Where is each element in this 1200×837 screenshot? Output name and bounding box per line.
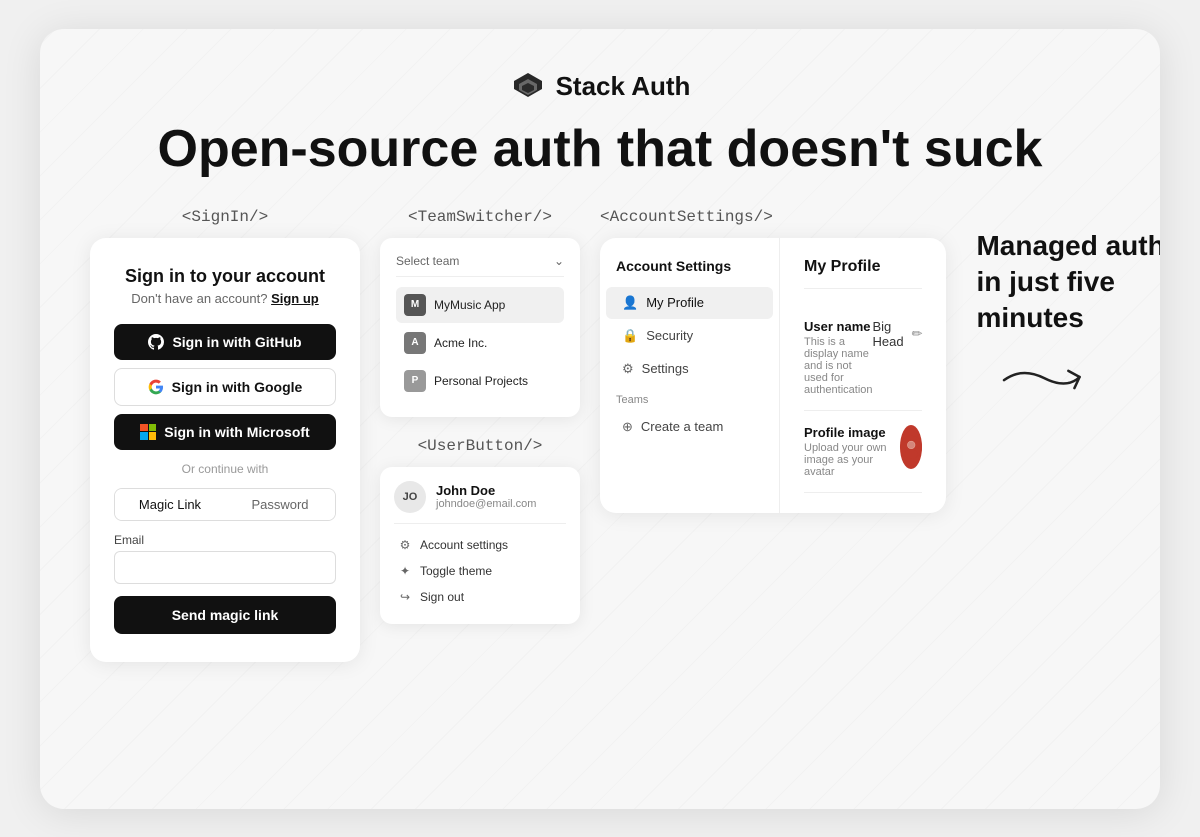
team-switcher-label: <TeamSwitcher/> [380, 208, 580, 226]
ub-toggle-theme[interactable]: ✦ Toggle theme [394, 558, 566, 584]
settings-icon: ⚙ [622, 361, 634, 377]
plus-icon: ⊕ [622, 419, 633, 435]
as-nav-my-profile[interactable]: 👤 My Profile [606, 287, 773, 319]
signout-icon: ↪ [398, 590, 412, 604]
as-main: My Profile User name This is a display n… [780, 238, 946, 513]
as-nav-settings[interactable]: ⚙ Settings [606, 353, 773, 385]
signin-column: <SignIn/> Sign in to your account Don't … [90, 208, 360, 662]
ts-select-row: Select team ⌄ [396, 254, 564, 277]
as-field-username: User name This is a display name and is … [804, 305, 922, 411]
columns-wrapper: <SignIn/> Sign in to your account Don't … [90, 208, 1110, 662]
app-title: Stack Auth [556, 71, 691, 102]
ub-user-row: JO John Doe johndoe@email.com [394, 481, 566, 524]
ub-account-settings[interactable]: ⚙ Account settings [394, 532, 566, 558]
main-container: Stack Auth Open-source auth that doesn't… [40, 29, 1160, 809]
ub-initials: JO [394, 481, 426, 513]
avatar [900, 425, 922, 469]
ub-sign-out[interactable]: ↪ Sign out [394, 584, 566, 610]
github-signin-button[interactable]: Sign in with GitHub [114, 324, 336, 360]
as-main-title: My Profile [804, 258, 922, 289]
send-magic-link-button[interactable]: Send magic link [114, 596, 336, 634]
as-field-avatar-info: Profile image Upload your own image as y… [804, 425, 900, 478]
ts-name-2: Personal Projects [434, 374, 528, 388]
team-switcher-card: Select team ⌄ M MyMusic App A Acme Inc. … [380, 238, 580, 417]
logo-row: Stack Auth [90, 69, 1110, 105]
ts-name-1: Acme Inc. [434, 336, 487, 350]
as-sidebar-title: Account Settings [600, 258, 779, 286]
ts-item-2[interactable]: P Personal Projects [396, 363, 564, 399]
email-label: Email [114, 533, 336, 547]
as-avatar-label: Profile image [804, 425, 900, 440]
ts-item-0[interactable]: M MyMusic App [396, 287, 564, 323]
as-username-label: User name [804, 319, 872, 334]
right-inner: <AccountSettings/> Account Settings 👤 My… [600, 208, 946, 513]
ts-name-0: MyMusic App [434, 298, 505, 312]
as-sidebar: Account Settings 👤 My Profile 🔒 Security [600, 238, 780, 513]
stack-auth-logo-icon [510, 69, 546, 105]
as-username-desc: This is a display name and is not used f… [804, 336, 872, 396]
user-button-card: JO John Doe johndoe@email.com ⚙ Account … [380, 467, 580, 624]
profile-icon: 👤 [622, 295, 638, 311]
password-tab[interactable]: Password [225, 489, 335, 520]
microsoft-icon [140, 424, 156, 440]
gear-icon: ⚙ [398, 538, 412, 552]
ts-avatar-1: A [404, 332, 426, 354]
managed-auth-text: Managed auth in just five minutes [976, 228, 1160, 337]
magic-link-tab[interactable]: Magic Link [115, 489, 225, 520]
ts-avatar-2: P [404, 370, 426, 392]
account-settings-card: Account Settings 👤 My Profile 🔒 Security [600, 238, 946, 513]
or-divider: Or continue with [114, 462, 336, 476]
edit-username-icon[interactable]: ✏ [912, 326, 923, 342]
signin-label: <SignIn/> [90, 208, 360, 226]
ts-avatar-0: M [404, 294, 426, 316]
microsoft-signin-button[interactable]: Sign in with Microsoft [114, 414, 336, 450]
avatar-image [900, 425, 922, 469]
as-avatar-desc: Upload your own image as your avatar [804, 442, 900, 478]
right-column: <AccountSettings/> Account Settings 👤 My… [600, 208, 946, 513]
google-signin-button[interactable]: Sign in with Google [114, 368, 336, 406]
as-nav-create-team[interactable]: ⊕ Create a team [606, 411, 773, 443]
signup-link[interactable]: Sign up [271, 291, 319, 306]
ub-email: johndoe@email.com [436, 498, 536, 510]
signin-title: Sign in to your account [114, 266, 336, 287]
ub-user-info: John Doe johndoe@email.com [436, 483, 536, 510]
signin-card: Sign in to your account Don't have an ac… [90, 238, 360, 662]
signin-subtitle: Don't have an account? Sign up [114, 291, 336, 306]
as-nav-security[interactable]: 🔒 Security [606, 320, 773, 352]
header: Stack Auth Open-source auth that doesn't… [90, 69, 1110, 178]
teams-section-label: Teams [600, 386, 779, 410]
arrow-scribble [991, 345, 1102, 431]
account-settings-label: <AccountSettings/> [600, 208, 946, 226]
security-icon: 🔒 [622, 328, 638, 344]
middle-column: <TeamSwitcher/> Select team ⌄ M MyMusic … [380, 208, 580, 624]
as-field-username-info: User name This is a display name and is … [804, 319, 872, 396]
managed-auth-section: Managed auth in just five minutes [966, 208, 1160, 423]
google-icon [148, 379, 164, 395]
ts-item-1[interactable]: A Acme Inc. [396, 325, 564, 361]
tab-row: Magic Link Password [114, 488, 336, 521]
as-username-value: Big Head ✏ [872, 319, 922, 349]
user-button-label: <UserButton/> [380, 437, 580, 455]
github-icon [148, 334, 164, 350]
email-input[interactable] [114, 551, 336, 584]
theme-icon: ✦ [398, 564, 412, 578]
headline: Open-source auth that doesn't suck [90, 121, 1110, 178]
as-field-avatar: Profile image Upload your own image as y… [804, 411, 922, 493]
ub-name: John Doe [436, 483, 536, 498]
account-settings-section: <AccountSettings/> Account Settings 👤 My… [600, 208, 946, 513]
